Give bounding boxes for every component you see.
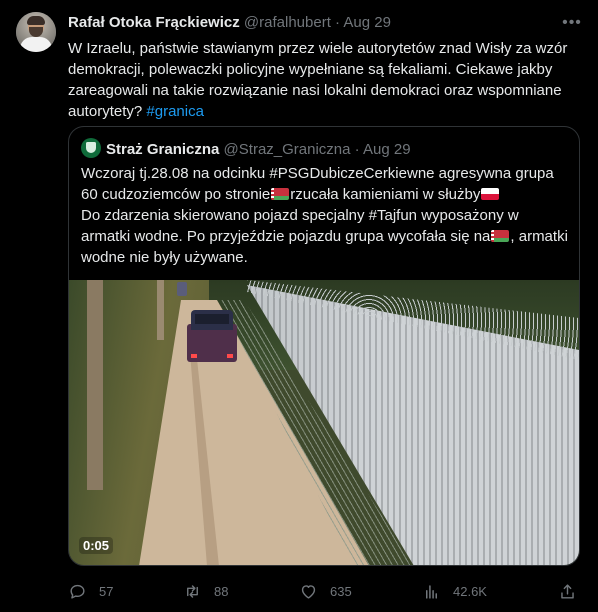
quoted-author-name[interactable]: Straż Graniczna (106, 141, 219, 158)
video-player[interactable]: 0:05 (69, 280, 579, 565)
quoted-tweet-text: Wczoraj tj.28.08 na odcinku #PSGDubiczeC… (81, 163, 569, 268)
reply-icon (70, 584, 85, 599)
share-button[interactable] (558, 579, 589, 603)
tweet-text: W Izraelu, państwie stawianym przez wiel… (68, 38, 582, 122)
retweet-button[interactable]: 88 (183, 579, 228, 603)
tweet-actions: 57 88 635 42.6K (68, 579, 582, 603)
tweet[interactable]: Rafał Otoka Frąckiewicz @rafalhubert · A… (0, 0, 598, 612)
hashtag-link[interactable]: #granica (146, 103, 204, 120)
video-water-cannon-truck (187, 310, 237, 365)
video-tree-trunk (157, 280, 164, 340)
ellipsis-icon[interactable]: ••• (562, 13, 582, 33)
author-avatar[interactable] (16, 12, 56, 52)
bar-chart-icon (425, 584, 438, 599)
tweet-text-body: W Izraelu, państwie stawianym przez wiel… (68, 40, 568, 120)
view-count: 42.6K (453, 583, 487, 599)
quoted-text-part-3: Do zdarzenia skierowano pojazd specjalny… (81, 207, 519, 245)
tweet-date[interactable]: Aug 29 (343, 14, 391, 31)
share-icon (561, 583, 574, 599)
quoted-text-part-2: rzucała kamieniami w służby (290, 186, 481, 203)
video-time-badge: 0:05 (79, 537, 114, 554)
like-count: 635 (330, 583, 352, 599)
author-name[interactable]: Rafał Otoka Frąckiewicz (68, 14, 240, 31)
retweet-count: 88 (214, 583, 229, 599)
separator-dot: · (354, 141, 360, 158)
quoted-author-handle[interactable]: @Straz_Graniczna (224, 141, 351, 158)
quoted-tweet-date[interactable]: Aug 29 (363, 141, 411, 158)
separator-dot: · (335, 14, 341, 31)
tweet-header: Rafał Otoka Frąckiewicz @rafalhubert · A… (68, 13, 582, 33)
quoted-tweet-header: Straż Graniczna @Straz_Graniczna · Aug 2… (81, 138, 411, 158)
like-button[interactable]: 635 (299, 579, 352, 603)
belarus-flag-icon (491, 230, 510, 242)
video-distant-vehicle (177, 282, 187, 296)
heart-icon (301, 584, 316, 599)
quoted-tweet[interactable]: Straż Graniczna @Straz_Graniczna · Aug 2… (68, 126, 580, 566)
retweet-icon (187, 584, 198, 598)
video-tree-trunk (87, 280, 103, 490)
reply-button[interactable]: 57 (68, 579, 113, 603)
quoted-author-avatar[interactable] (81, 138, 101, 158)
reply-count: 57 (99, 583, 114, 599)
poland-flag-icon (481, 188, 500, 200)
belarus-flag-icon (271, 188, 290, 200)
author-handle[interactable]: @rafalhubert (244, 14, 331, 31)
views-button[interactable]: 42.6K (422, 579, 487, 603)
